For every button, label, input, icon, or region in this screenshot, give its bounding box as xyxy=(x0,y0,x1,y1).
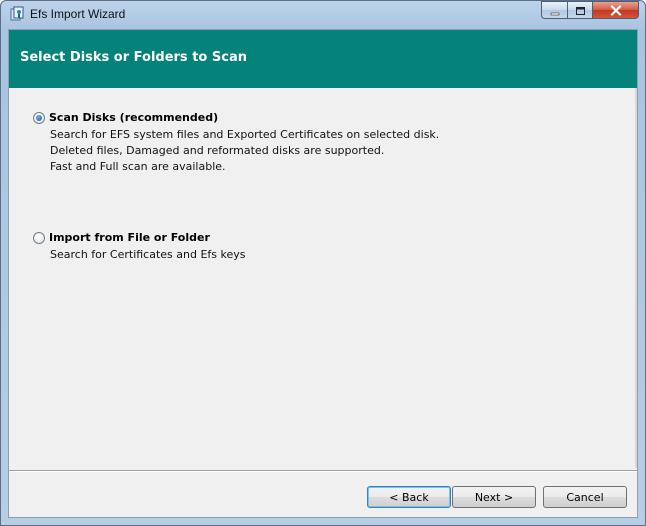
next-button[interactable]: Next > xyxy=(452,486,536,508)
wizard-header-banner: Select Disks or Folders to Scan xyxy=(9,30,637,88)
efs-wizard-icon xyxy=(9,6,25,22)
content-edge xyxy=(635,88,637,468)
cancel-button[interactable]: Cancel xyxy=(543,486,627,508)
back-button[interactable]: < Back xyxy=(367,486,451,508)
scan-disks-label[interactable]: Scan Disks (recommended) xyxy=(49,111,218,124)
maximize-icon xyxy=(575,1,586,20)
scan-disks-description-line: Search for EFS system files and Exported… xyxy=(50,128,440,141)
window-title: Efs Import Wizard xyxy=(30,7,126,21)
footer-separator xyxy=(9,470,637,472)
minimize-icon xyxy=(550,1,560,20)
import-file-folder-description-line: Search for Certificates and Efs keys xyxy=(50,248,246,261)
radio-selected-dot xyxy=(36,115,42,121)
maximize-button[interactable] xyxy=(567,1,593,19)
title-bar[interactable]: Efs Import Wizard xyxy=(1,1,645,29)
close-button[interactable] xyxy=(593,1,639,19)
scan-disks-description-line: Fast and Full scan are available. xyxy=(50,160,226,173)
page-title: Select Disks or Folders to Scan xyxy=(20,50,247,65)
wizard-client-area: Select Disks or Folders to Scan Scan Dis… xyxy=(8,29,638,518)
caption-buttons xyxy=(541,1,639,21)
wizard-window: Efs Import Wizard Select Disks or Folder… xyxy=(0,0,646,526)
close-icon xyxy=(610,1,622,20)
minimize-button[interactable] xyxy=(541,1,567,19)
import-file-folder-radio[interactable] xyxy=(33,232,45,244)
scan-disks-description-line: Deleted files, Damaged and reformated di… xyxy=(50,144,385,157)
scan-disks-radio[interactable] xyxy=(33,112,45,124)
import-file-folder-label[interactable]: Import from File or Folder xyxy=(49,231,210,244)
